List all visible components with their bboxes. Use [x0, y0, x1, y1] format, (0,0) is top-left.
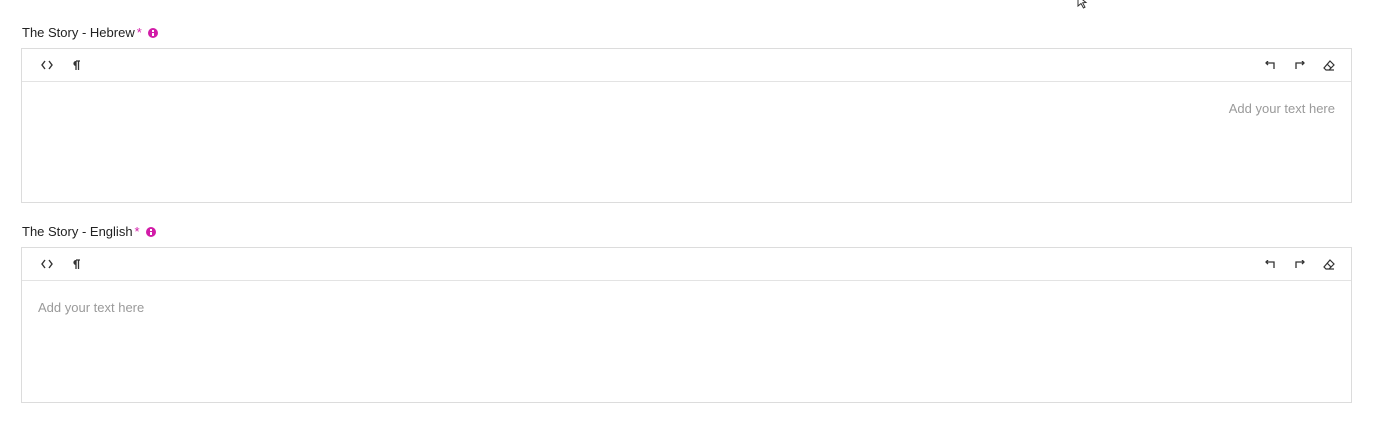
redo-icon	[1295, 60, 1305, 69]
clear-format-button[interactable]	[1314, 252, 1343, 276]
editor-placeholder: Add your text here	[1228, 101, 1335, 116]
code-view-button[interactable]	[32, 53, 61, 77]
field-label-text: The Story - Hebrew	[22, 25, 135, 40]
required-asterisk: *	[136, 25, 142, 40]
undo-icon	[1265, 60, 1275, 69]
code-view-icon	[40, 259, 53, 269]
editor-placeholder: Add your text here	[38, 300, 145, 315]
editor-toolbar	[22, 248, 1351, 281]
toolbar-right-group	[1256, 252, 1343, 276]
info-icon[interactable]	[147, 27, 158, 38]
field-label: The Story - English *	[22, 223, 1352, 240]
mouse-cursor-icon	[1077, 0, 1088, 9]
redo-button[interactable]	[1285, 53, 1314, 77]
clear-format-icon	[1322, 258, 1335, 270]
code-view-icon	[40, 60, 53, 70]
clear-format-button[interactable]	[1314, 53, 1343, 77]
redo-button[interactable]	[1285, 252, 1314, 276]
editor-toolbar	[22, 49, 1351, 82]
story-hebrew-field: The Story - Hebrew * Add your text here	[21, 24, 1352, 203]
paragraph-button[interactable]	[61, 252, 90, 276]
undo-button[interactable]	[1256, 53, 1285, 77]
toolbar-left-group	[32, 252, 90, 276]
paragraph-button[interactable]	[61, 53, 90, 77]
field-label: The Story - Hebrew *	[22, 24, 1352, 41]
info-icon[interactable]	[145, 226, 156, 237]
clear-format-icon	[1322, 59, 1335, 71]
code-view-button[interactable]	[32, 252, 61, 276]
undo-icon	[1265, 259, 1275, 268]
undo-button[interactable]	[1256, 252, 1285, 276]
field-label-text: The Story - English	[22, 224, 133, 239]
required-asterisk: *	[134, 224, 140, 239]
redo-icon	[1295, 259, 1305, 268]
editor-content-area[interactable]: Add your text here	[22, 281, 1351, 402]
paragraph-icon	[72, 258, 80, 269]
paragraph-icon	[72, 59, 80, 70]
story-english-field: The Story - English * Add your text here	[21, 223, 1352, 403]
rich-text-editor: Add your text here	[21, 247, 1352, 403]
toolbar-left-group	[32, 53, 90, 77]
toolbar-right-group	[1256, 53, 1343, 77]
rich-text-editor: Add your text here	[21, 48, 1352, 203]
editor-content-area[interactable]: Add your text here	[22, 82, 1351, 202]
page: The Story - Hebrew * Add your text here …	[0, 0, 1385, 433]
